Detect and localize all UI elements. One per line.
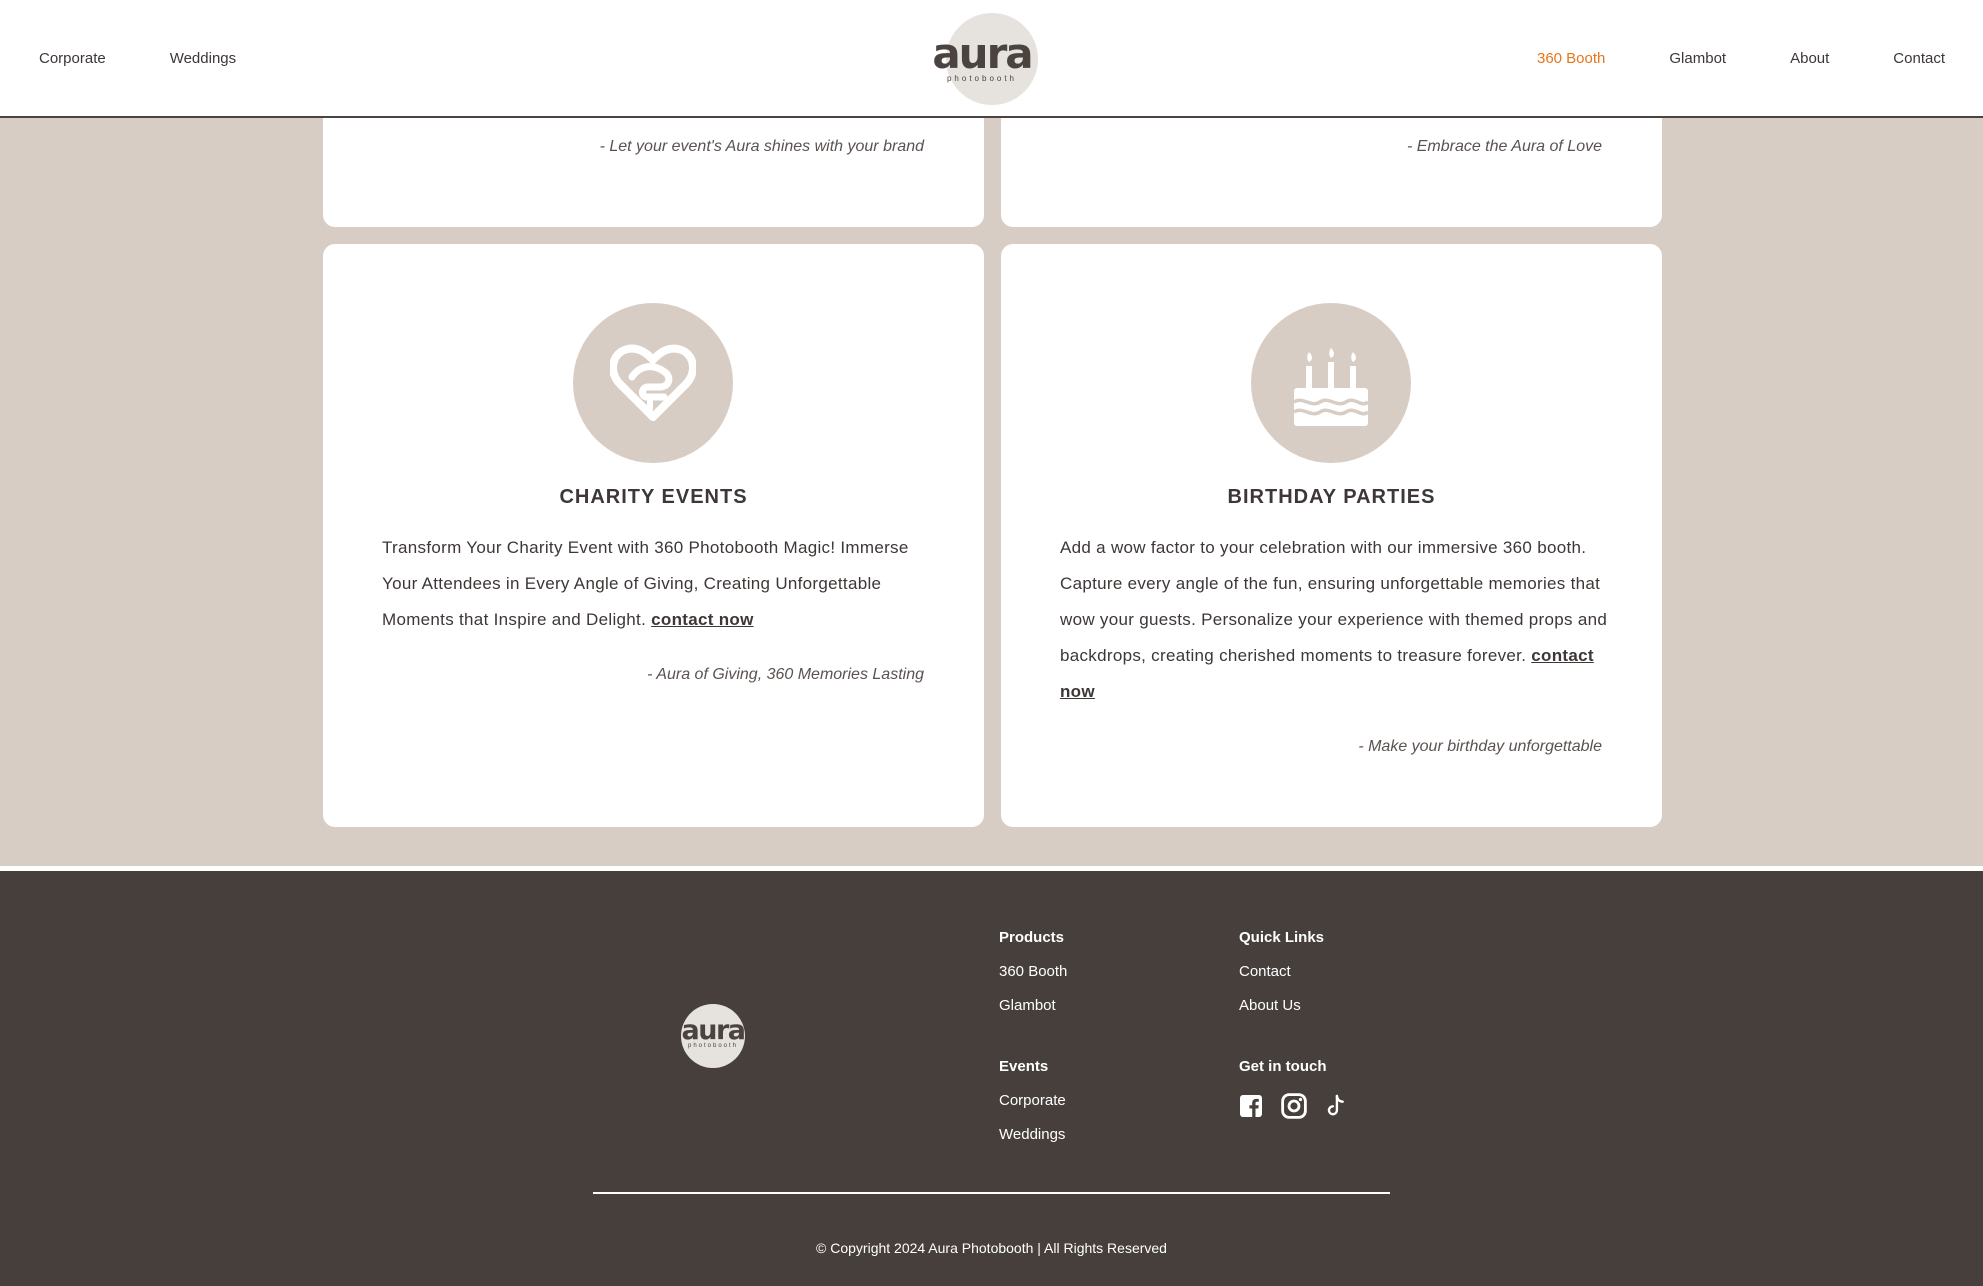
card-body-text: Transform Your Charity Event with 360 Ph… [382, 538, 909, 629]
footer-link-360-booth[interactable]: 360 Booth [999, 963, 1067, 980]
copyright-text: © Copyright 2024 Aura Photobooth | All R… [816, 1240, 1167, 1256]
nav-contact[interactable]: Contact [1893, 50, 1945, 67]
footer-rule [593, 1192, 1390, 1194]
footer-logo-subtitle: photobooth [687, 1043, 739, 1049]
nav-glambot[interactable]: Glambot [1669, 50, 1726, 67]
footer-get-in-touch: Get in touch [1239, 1058, 1347, 1119]
site-footer: aura photobooth Products 360 Booth Glamb… [0, 871, 1983, 1286]
card-title: BIRTHDAY PARTIES [1227, 486, 1436, 508]
card-tagline: - Aura of Giving, 360 Memories Lasting [647, 666, 924, 683]
instagram-icon[interactable] [1281, 1093, 1307, 1119]
footer-link-weddings[interactable]: Weddings [999, 1126, 1066, 1143]
card-body-text: Add a wow factor to your celebration wit… [1060, 538, 1608, 665]
contact-now-link[interactable]: contact now [651, 610, 753, 629]
footer-events: Events Corporate Weddings [999, 1058, 1066, 1143]
nav-corporate[interactable]: Corporate [39, 50, 106, 67]
footer-heading: Products [999, 929, 1065, 946]
heart-handshake-icon [573, 303, 733, 463]
footer-products: Products 360 Booth Glambot [999, 929, 1067, 1014]
charity-events-card: CHARITY EVENTS Transform Your Charity Ev… [323, 244, 984, 827]
site-header: Corporate Weddings aura photobooth 360 B… [0, 0, 1983, 118]
social-icons [1239, 1093, 1347, 1119]
facebook-icon[interactable] [1239, 1094, 1263, 1118]
footer-heading: Events [999, 1058, 1049, 1075]
card-description: Add a wow factor to your celebration wit… [1060, 530, 1610, 710]
footer-logo[interactable]: aura photobooth [681, 1004, 745, 1068]
card-tagline: - Embrace the Aura of Love [1406, 138, 1602, 155]
footer-heading: Get in touch [1239, 1058, 1327, 1075]
card-title: CHARITY EVENTS [559, 486, 748, 508]
footer-heading: Quick Links [1239, 929, 1325, 946]
logo-subtitle: photobooth [946, 74, 1018, 83]
nav-weddings[interactable]: Weddings [170, 50, 236, 67]
footer-link-glambot[interactable]: Glambot [999, 997, 1067, 1014]
nav-360-booth[interactable]: 360 Booth [1537, 50, 1605, 67]
footer-link-about-us[interactable]: About Us [1239, 997, 1324, 1014]
nav-left: Corporate Weddings [39, 50, 236, 67]
nav-about[interactable]: About [1790, 50, 1829, 67]
birthday-parties-card: BIRTHDAY PARTIES Add a wow factor to you… [1001, 244, 1662, 827]
footer-link-contact[interactable]: Contact [1239, 963, 1324, 980]
footer-quick-links: Quick Links Contact About Us [1239, 929, 1324, 1014]
logo-word: aura [932, 29, 1033, 78]
card-tagline: - Make your birthday unforgettable [1358, 738, 1602, 755]
nav-right: 360 Booth Glambot About Contact [1537, 50, 1945, 67]
card-tagline: - Let your event's Aura shines with your… [599, 138, 924, 155]
birthday-cake-icon [1251, 303, 1411, 463]
footer-link-corporate[interactable]: Corporate [999, 1092, 1066, 1109]
site-logo[interactable]: aura photobooth [929, 13, 1038, 105]
card-description: Transform Your Charity Event with 360 Ph… [382, 530, 932, 638]
tiktok-icon[interactable] [1325, 1094, 1347, 1118]
footer-logo-word: aura [681, 1015, 746, 1046]
